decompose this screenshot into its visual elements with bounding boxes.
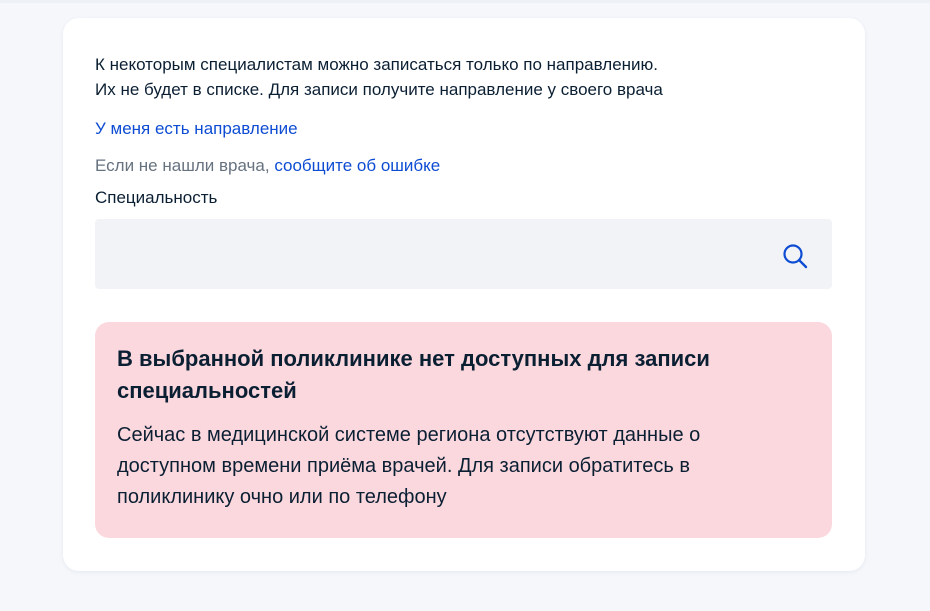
alert-title: В выбранной поликлинике нет доступных дл… — [117, 343, 797, 407]
alert-message-line-3: поликлинику очно или по телефону — [117, 486, 447, 508]
search-icon[interactable] — [781, 242, 809, 270]
alert-title-line-1: В выбранной поликлинике нет доступных дл… — [117, 346, 710, 371]
referral-info-line-2: Их не будет в списке. Для записи получит… — [95, 80, 663, 99]
alert-message-line-1: Сейчас в медицинской системе региона отс… — [117, 424, 701, 446]
no-specialties-alert: В выбранной поликлинике нет доступных дл… — [95, 322, 832, 538]
top-divider — [0, 0, 930, 3]
have-referral-link[interactable]: У меня есть направление — [95, 118, 298, 140]
alert-message-line-2: доступном времени приёма врачей. Для зап… — [117, 455, 690, 477]
specialty-selection-card: К некоторым специалистам можно записатьс… — [63, 18, 865, 571]
report-error-prefix: Если не нашли врача, — [95, 156, 270, 175]
report-error-link[interactable]: сообщите об ошибке — [274, 156, 440, 175]
specialty-label: Специальность — [95, 188, 218, 207]
alert-message: Сейчас в медицинской системе региона отс… — [117, 420, 817, 513]
specialty-search-input[interactable] — [95, 219, 771, 289]
report-error-note: Если не нашли врача, сообщите об ошибке — [95, 155, 440, 177]
specialty-search-field[interactable] — [95, 219, 832, 289]
alert-title-line-2: специальностей — [117, 378, 297, 403]
referral-info-text: К некоторым специалистам можно записатьс… — [95, 52, 795, 102]
referral-info-line-1: К некоторым специалистам можно записатьс… — [95, 55, 659, 74]
